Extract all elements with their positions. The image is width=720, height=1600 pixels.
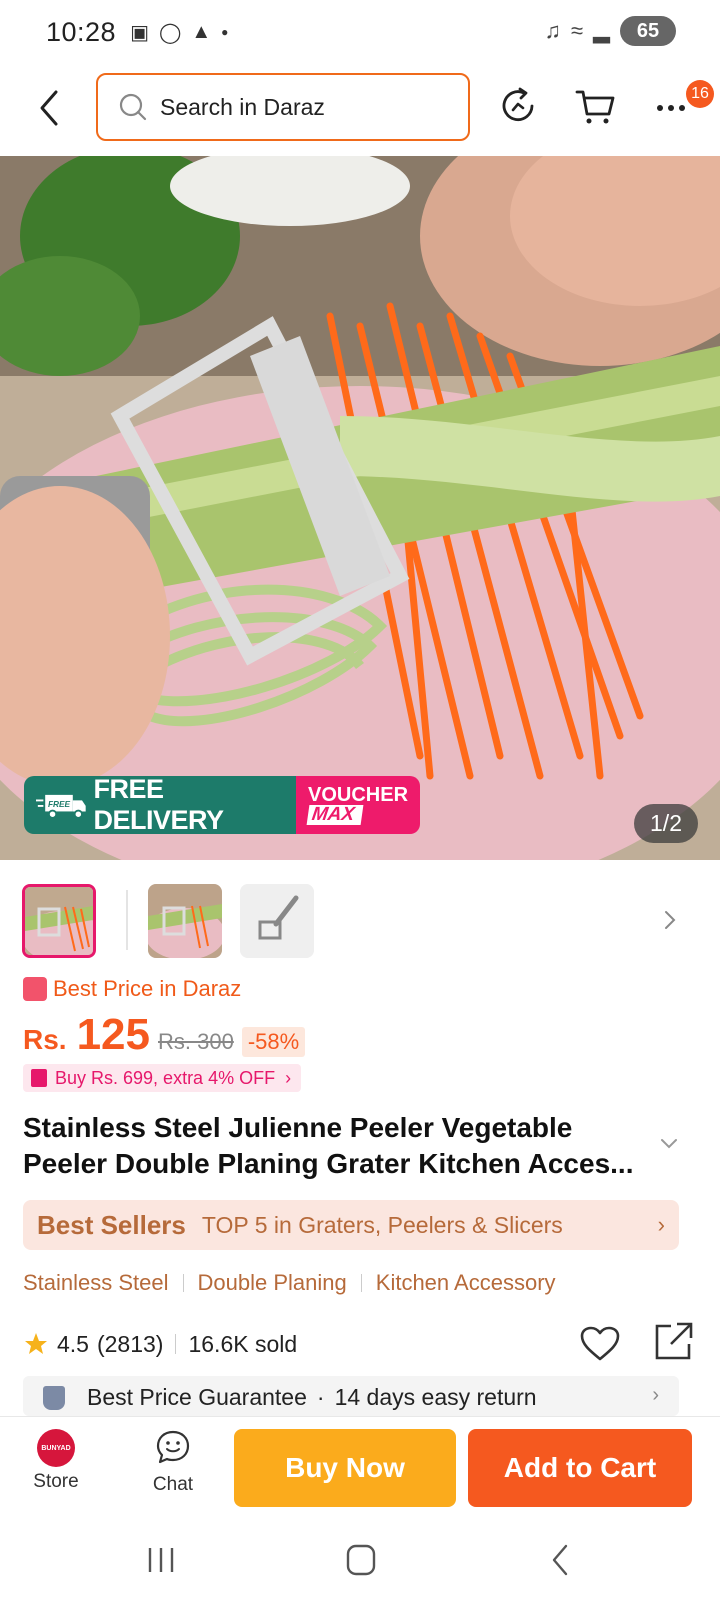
guarantee-strip[interactable]: Best Price Guarantee · 14 days easy retu… [23,1376,679,1416]
chevron-right-icon: › [657,1212,665,1237]
store-label: Store [33,1471,79,1492]
free-delivery-banner: FREE FREE DELIVERY VOUCHER MAX [24,776,420,834]
thumbnail-image [148,884,222,958]
back-nav-icon[interactable] [536,1540,586,1580]
chevron-right-icon: › [285,1067,292,1088]
home-icon[interactable] [336,1540,386,1580]
recent-apps-icon[interactable] [136,1540,186,1580]
thumbnail-2[interactable] [148,884,222,958]
rating-separator [175,1334,177,1354]
battery-indicator: 65 [620,16,676,46]
add-to-cart-button[interactable]: Add to Cart [468,1429,692,1507]
share-icon[interactable] [653,1320,695,1362]
currency: Rs. [23,1024,67,1055]
thumbnail-divider [126,890,128,950]
search-icon [119,93,147,121]
status-system-icons: ♫ ≈ ▂ 65 [544,16,676,46]
bottom-action-bar: BUNYAD Store Chat Buy Now Add to Cart [0,1416,720,1516]
wifi-icon: ≈ [571,18,584,43]
best-sellers-banner[interactable]: Best Sellers TOP 5 in Graters, Peelers &… [23,1200,679,1250]
best-sellers-brand: Best Sellers [37,1209,186,1240]
tag-separator [182,1274,184,1292]
rating-count[interactable]: (2813) [97,1331,163,1358]
best-sellers-text: TOP 5 in Graters, Peelers & Slicers [201,1211,563,1238]
refresh-icon[interactable] [496,84,540,128]
product-photo [0,156,720,860]
product-image[interactable]: FREE FREE DELIVERY VOUCHER MAX 1/2 [0,156,720,860]
system-nav-bar [0,1520,720,1600]
chevron-down-icon[interactable] [660,1138,678,1150]
thumbnail-3[interactable] [240,884,314,958]
heart-icon[interactable] [579,1324,621,1364]
current-price: 125 [76,1010,150,1059]
snapchat-icon: ▲ [191,20,212,43]
cart-icon[interactable] [574,84,618,128]
guarantee-return-text: 14 days easy return [334,1384,537,1410]
dot-icon: ● [221,25,229,39]
voucher-text: VOUCHER [308,784,409,806]
screenshot-icon: ▣ [130,21,149,44]
dot-separator: · [316,1384,325,1410]
buy-now-button[interactable]: Buy Now [234,1429,456,1507]
header: Search in Daraz [0,68,720,148]
delivery-truck-icon: FREE [36,794,86,819]
free-delivery-section: FREE FREE DELIVERY [24,776,296,834]
free-delivery-text: FREE DELIVERY [93,776,225,834]
image-pager: 1/2 [634,804,698,843]
status-notification-icons: ▣ ◯ ▲ ● [130,20,228,45]
star-icon [25,1333,47,1354]
thumbnail-1[interactable] [22,884,96,958]
status-bar: 10:28 ▣ ◯ ▲ ● ♫ ≈ ▂ 65 [0,0,720,64]
search-input[interactable]: Search in Daraz [96,73,470,141]
search-placeholder: Search in Daraz [160,93,325,120]
thumbnail-image [240,884,314,958]
voucher-offer[interactable]: Buy Rs. 699, extra 4% OFF › [23,1064,302,1092]
chevron-right-icon[interactable] [662,906,680,934]
chat-icon [156,1430,190,1464]
store-button[interactable]: BUNYAD Store [28,1429,84,1509]
guarantee-price-text: Best Price Guarantee [87,1384,307,1410]
max-text: MAX [306,804,364,825]
mute-icon: ♫ [544,18,562,43]
chat-button[interactable]: Chat [148,1429,198,1509]
thumbnail-image [25,887,93,955]
shield-icon [43,1385,65,1410]
store-logo: BUNYAD [37,1429,75,1467]
chat-label: Chat [152,1474,194,1495]
tag-item[interactable]: Double Planing [198,1270,347,1296]
instagram-icon: ◯ [158,21,182,44]
original-price: Rs. 300 [158,1029,234,1054]
best-price-icon [23,977,47,1001]
tag-separator [360,1274,362,1292]
voucher-offer-text: Buy Rs. 699, extra 4% OFF [55,1067,276,1088]
product-tags: Stainless Steel Double Planing Kitchen A… [23,1270,556,1296]
status-time: 10:28 [46,16,117,47]
sold-count: 16.6K sold [188,1330,298,1357]
signal-icon: ▂ [593,18,610,43]
product-title[interactable]: Stainless Steel Julienne Peeler Vegetabl… [23,1110,663,1182]
rating-row: 4.5 (2813) 16.6K sold [23,1322,703,1364]
best-price-label: Best Price in Daraz [23,976,241,1002]
guarantee-content: Best Price Guarantee · 14 days easy retu… [43,1384,537,1411]
tag-item[interactable]: Stainless Steel [23,1270,169,1296]
back-button[interactable] [30,86,70,130]
price-row: Rs. 125 Rs. 300 -58% [23,1010,306,1060]
chevron-right-icon: › [652,1384,659,1406]
rating-value[interactable]: 4.5 [57,1331,89,1358]
voucher-icon [31,1069,47,1087]
discount-badge: -58% [241,1027,306,1057]
thumbnail-strip [0,880,720,960]
tag-item[interactable]: Kitchen Accessory [376,1270,556,1296]
notification-badge: 16 [686,80,714,108]
best-price-text: Best Price in Daraz [53,976,242,1001]
voucher-max-section: VOUCHER MAX [296,776,420,834]
free-tag: FREE [48,800,71,809]
